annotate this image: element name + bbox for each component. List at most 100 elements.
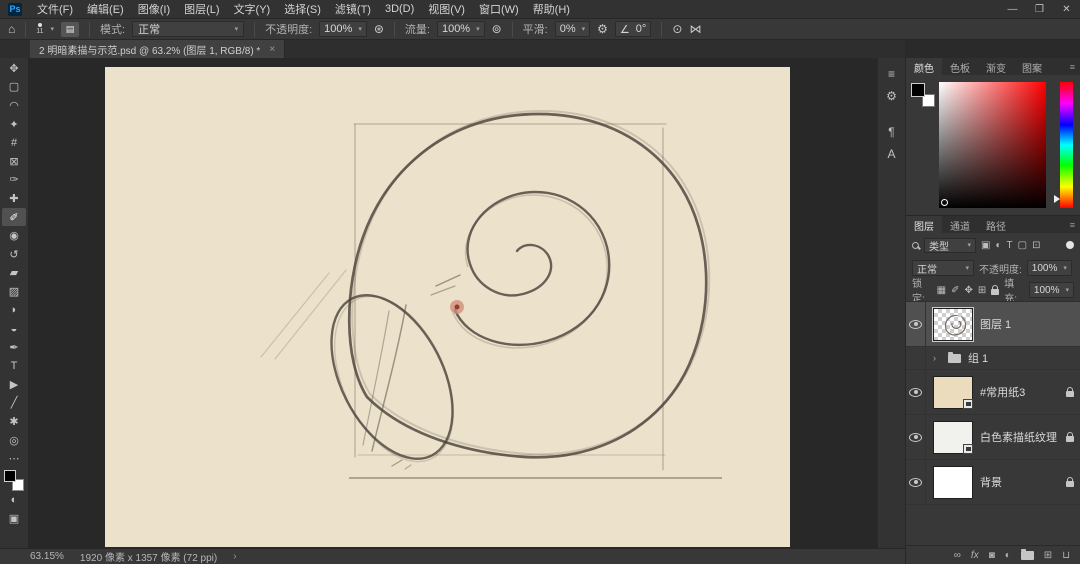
edit-toolbar-icon[interactable]: ⋯ — [2, 449, 26, 468]
layer-thumbnail[interactable] — [933, 420, 973, 454]
home-icon[interactable]: ⌂ — [8, 22, 15, 36]
menu-edit[interactable]: 编辑(E) — [80, 0, 131, 18]
menu-view[interactable]: 视图(V) — [421, 0, 472, 18]
tool-eyedropper[interactable]: ✑ — [2, 171, 26, 190]
gear-icon[interactable]: ⚙ — [597, 22, 608, 36]
link-layers-icon[interactable]: ∞ — [954, 550, 961, 561]
menu-layer[interactable]: 图层(L) — [177, 0, 226, 18]
layer-thumbnail[interactable] — [932, 306, 974, 342]
paragraph-panel-icon[interactable]: ¶ — [880, 121, 904, 143]
menu-select[interactable]: 选择(S) — [277, 0, 328, 18]
foreground-color-swatch[interactable] — [4, 470, 16, 483]
pressure-opacity-icon[interactable]: ⊛ — [374, 22, 384, 36]
blend-mode-select[interactable]: 正常 ▾ — [132, 21, 245, 37]
color-field-marker-icon[interactable] — [941, 199, 948, 206]
hue-slider-marker-icon[interactable] — [1054, 195, 1060, 203]
saturation-brightness-field[interactable] — [939, 82, 1046, 208]
layer-row-white-texture[interactable]: 白色素描纸纹理 — [906, 415, 1080, 460]
menu-window[interactable]: 窗口(W) — [472, 0, 526, 18]
tool-rotate-view[interactable]: ✱ — [2, 412, 26, 431]
tool-history-brush[interactable]: ↺ — [2, 245, 26, 264]
document-canvas[interactable] — [105, 67, 790, 547]
quick-mask-button[interactable]: ◐ — [2, 491, 26, 510]
symmetry-icon[interactable]: ⋈ — [689, 22, 701, 36]
add-adjustment-layer-icon[interactable]: ◐ — [1005, 550, 1011, 561]
flow-select[interactable]: 100% ▾ — [436, 21, 485, 37]
tool-quick-selection[interactable]: ✦ — [2, 115, 26, 134]
maximize-button[interactable]: ❒ — [1026, 0, 1053, 18]
add-layer-mask-icon[interactable]: ◙ — [989, 550, 995, 561]
lock-artboard-icon[interactable]: ⊞ — [978, 285, 986, 296]
tool-crop[interactable]: # — [2, 133, 26, 152]
tool-lasso[interactable]: ◠ — [2, 96, 26, 115]
tool-brush[interactable]: ✐ — [2, 207, 26, 227]
brush-settings-panel-toggle[interactable]: ▤ — [61, 21, 80, 37]
tab-patterns[interactable]: 图案 — [1014, 58, 1050, 75]
layer-name[interactable]: 组 1 — [968, 350, 1074, 366]
lock-position-icon[interactable]: ✥ — [964, 285, 972, 296]
tool-path-selection[interactable]: ▶ — [2, 375, 26, 394]
layer-thumbnail[interactable] — [933, 375, 973, 409]
expand-group-icon[interactable]: › — [933, 353, 941, 363]
layer-name[interactable]: #常用纸3 — [980, 384, 1059, 400]
tool-type[interactable]: T — [2, 357, 26, 376]
character-panel-icon[interactable]: A — [880, 143, 904, 165]
screen-mode-button[interactable]: ▣ — [2, 510, 26, 529]
hue-slider[interactable] — [1054, 82, 1073, 208]
new-group-icon[interactable] — [1020, 548, 1034, 560]
brush-angle-field[interactable]: ∠ 0° — [614, 21, 652, 37]
new-layer-icon[interactable]: ⊞ — [1044, 550, 1052, 561]
lock-transparency-icon[interactable]: ▦ — [937, 285, 946, 296]
tab-paths[interactable]: 路径 — [978, 216, 1014, 233]
menu-image[interactable]: 图像(I) — [131, 0, 177, 18]
visibility-toggle[interactable] — [906, 347, 926, 369]
layer-opacity-select[interactable]: 100% ▾ — [1026, 260, 1072, 276]
filter-shape-layers-icon[interactable]: ▢ — [1018, 240, 1027, 251]
tool-move[interactable]: ✥ — [2, 59, 26, 78]
layer-name[interactable]: 白色素描纸纹理 — [980, 429, 1059, 445]
panel-menu-icon[interactable]: ≡ — [1070, 220, 1075, 230]
opacity-select[interactable]: 100% ▾ — [319, 21, 367, 37]
layer-thumbnail[interactable] — [933, 465, 973, 499]
tab-swatches[interactable]: 色板 — [942, 58, 978, 75]
filter-kind-select[interactable]: 类型 ▾ — [924, 237, 976, 253]
adjustments-panel-icon[interactable]: ≡ — [880, 63, 904, 85]
smoothing-select[interactable]: 0% ▾ — [554, 21, 591, 37]
close-tab-icon[interactable]: × — [269, 44, 275, 55]
zoom-level-field[interactable]: 63.15% — [30, 551, 64, 562]
document-tab[interactable]: 2 明暗素描与示范.psd @ 63.2% (图层 1, RGB/8) * × — [30, 40, 286, 58]
menu-3d[interactable]: 3D(D) — [378, 0, 421, 18]
layer-row-background[interactable]: 背景 — [906, 460, 1080, 505]
tab-layers[interactable]: 图层 — [906, 216, 942, 233]
panel-menu-icon[interactable]: ≡ — [1070, 62, 1075, 72]
foreground-color-swatch[interactable] — [911, 83, 925, 97]
visibility-toggle[interactable] — [906, 370, 926, 414]
lock-paint-icon[interactable]: ✐ — [951, 285, 959, 296]
filter-pixel-layers-icon[interactable]: ▣ — [981, 240, 990, 251]
tab-gradients[interactable]: 渐变 — [978, 58, 1014, 75]
layer-fill-select[interactable]: 100% ▾ — [1028, 282, 1074, 298]
layer-row-layer-1[interactable]: 图层 1 — [906, 302, 1080, 347]
visibility-toggle[interactable] — [906, 302, 926, 346]
color-swatches[interactable] — [3, 470, 25, 492]
pressure-size-icon[interactable]: ⊙ — [672, 22, 682, 36]
color-panel-swatches[interactable] — [911, 83, 935, 107]
layer-name[interactable]: 图层 1 — [980, 316, 1074, 332]
airbrush-icon[interactable]: ⊚ — [492, 22, 502, 36]
menu-file[interactable]: 文件(F) — [30, 0, 80, 18]
tool-blur[interactable]: ◗ — [2, 301, 26, 320]
libraries-panel-icon[interactable]: ⚙ — [880, 85, 904, 107]
filter-toggle-icon[interactable] — [1066, 241, 1074, 249]
menu-type[interactable]: 文字(Y) — [227, 0, 278, 18]
filter-smart-objects-icon[interactable]: ⊡ — [1032, 240, 1040, 251]
tool-eraser[interactable]: ▰ — [2, 264, 26, 283]
tool-rectangular-marquee[interactable]: ▢ — [2, 78, 26, 97]
tab-color[interactable]: 颜色 — [906, 58, 942, 75]
brush-preset-picker[interactable]: 11 — [36, 23, 44, 35]
minimize-button[interactable]: — — [999, 0, 1026, 18]
tool-spot-healing-brush[interactable]: ✚ — [2, 189, 26, 208]
filter-adjustment-layers-icon[interactable]: ◐ — [995, 240, 1001, 251]
chevron-down-icon[interactable]: ▾ — [51, 25, 55, 33]
tool-frame[interactable]: ⊠ — [2, 152, 26, 171]
close-button[interactable]: ✕ — [1053, 0, 1080, 18]
